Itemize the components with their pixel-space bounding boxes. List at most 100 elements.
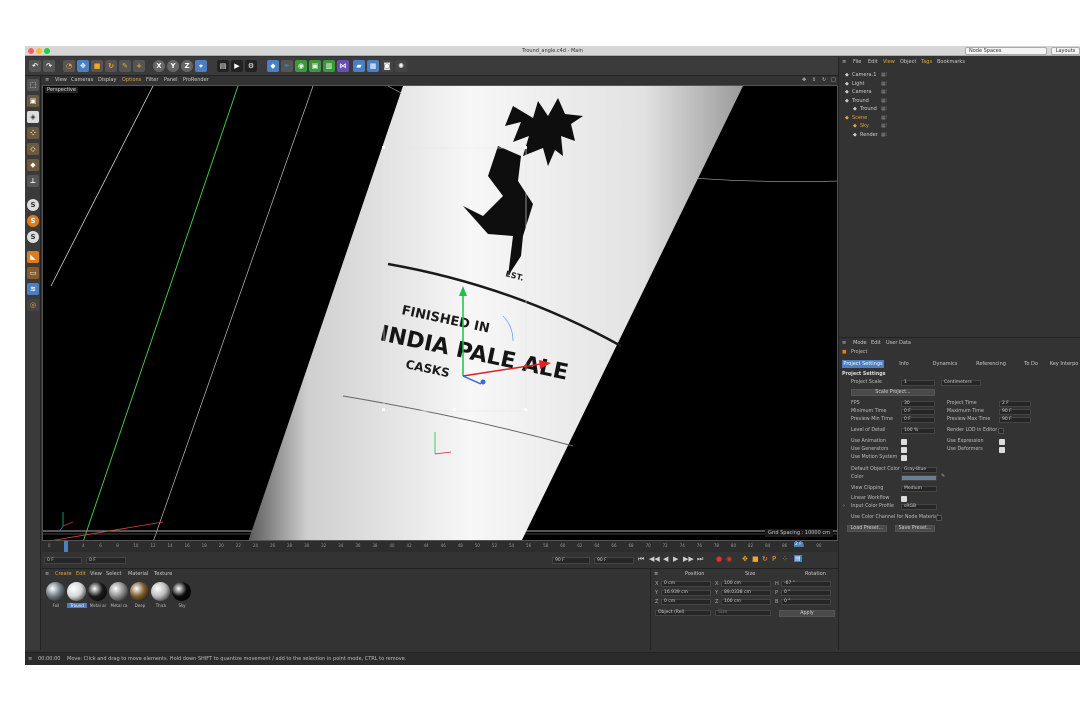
- visibility-toggle-icon[interactable]: ▦⁝: [881, 72, 887, 78]
- coord-apply-button[interactable]: Apply: [779, 610, 835, 617]
- x-axis-icon[interactable]: X: [153, 60, 165, 72]
- visibility-toggle-icon[interactable]: ▦⁝: [881, 115, 887, 121]
- menu-filter[interactable]: Filter: [146, 77, 158, 83]
- object-name[interactable]: Camera.1: [852, 72, 876, 78]
- min-time-field[interactable]: 0 F: [901, 409, 935, 415]
- node-spaces-dropdown[interactable]: Node Spaces: [965, 47, 1047, 55]
- max-time-field[interactable]: 90 F: [999, 409, 1031, 415]
- object-name[interactable]: Light: [852, 81, 864, 87]
- play-icon[interactable]: ▶: [673, 555, 678, 563]
- key-scale-icon[interactable]: ■: [752, 555, 759, 563]
- menu-view[interactable]: View: [90, 571, 102, 577]
- snap-icon[interactable]: ◣: [27, 251, 39, 263]
- object-row[interactable]: ◆ Render ▦⁝: [839, 131, 1080, 139]
- edges-mode-icon[interactable]: ◇: [27, 143, 39, 155]
- preview-max-field[interactable]: 90 F: [999, 417, 1031, 423]
- goto-start-icon[interactable]: ⏮: [638, 555, 644, 564]
- menu-mode[interactable]: Mode: [853, 340, 867, 346]
- material-swatch[interactable]: [88, 582, 107, 601]
- visibility-toggle-icon[interactable]: ▦⁝: [881, 132, 887, 138]
- use-expression-checkbox[interactable]: [999, 439, 1005, 445]
- input-color-dropdown[interactable]: sRGB: [901, 504, 937, 510]
- key-pla-icon[interactable]: ⁘: [782, 555, 788, 563]
- menu-prorender[interactable]: ProRender: [183, 77, 209, 83]
- coord-menu-icon[interactable]: ≡: [654, 571, 658, 577]
- viewport-zoom-icon[interactable]: ⇕: [812, 77, 816, 83]
- lod-field[interactable]: 100 %: [901, 428, 935, 434]
- layer-icon[interactable]: ≋: [27, 283, 39, 295]
- move-tool-icon[interactable]: ✥: [77, 60, 89, 72]
- material-swatch[interactable]: [109, 582, 128, 601]
- object-name[interactable]: Tround: [860, 106, 877, 112]
- object-name[interactable]: Tround: [852, 98, 869, 104]
- material-label[interactable]: Metal ca: [109, 603, 129, 608]
- material-swatch[interactable]: [130, 582, 149, 601]
- menu-cameras[interactable]: Cameras: [71, 77, 93, 83]
- coord-position-field[interactable]: 0 cm: [661, 599, 711, 605]
- render-view-icon[interactable]: ▤: [217, 60, 229, 72]
- texture-mode-icon[interactable]: ◈: [27, 111, 39, 123]
- bbox-handle[interactable]: [524, 408, 527, 411]
- timeline-scheme-icon[interactable]: ▤: [794, 555, 802, 562]
- workplane-icon[interactable]: ▭: [27, 267, 39, 279]
- object-menu-icon[interactable]: ≡: [842, 59, 846, 65]
- layouts-button[interactable]: Layouts: [1051, 47, 1080, 55]
- menu-bookmarks[interactable]: Bookmarks: [937, 59, 965, 65]
- viewport-move-icon[interactable]: ✥: [802, 77, 806, 83]
- material-label[interactable]: Metal ar: [88, 603, 108, 608]
- tab-key-interpolation[interactable]: Key Interpo: [1047, 360, 1080, 368]
- playhead[interactable]: [64, 541, 68, 552]
- use-motion-checkbox[interactable]: [901, 455, 907, 461]
- view-clipping-dropdown[interactable]: Medium: [901, 486, 937, 492]
- scale-tool-icon[interactable]: ■: [91, 60, 103, 72]
- object-name[interactable]: Scene: [852, 115, 867, 121]
- fps-field[interactable]: 30: [901, 401, 935, 407]
- menu-create[interactable]: Create: [55, 571, 72, 577]
- material-swatch[interactable]: [151, 582, 170, 601]
- status-menu-icon[interactable]: ≡: [28, 656, 32, 662]
- solo-off-icon[interactable]: S: [27, 231, 39, 243]
- coord-size-field[interactable]: 100 cm: [721, 599, 771, 605]
- menu-panel[interactable]: Panel: [164, 77, 178, 83]
- menu-tags[interactable]: Tags: [921, 59, 932, 65]
- color-swatch[interactable]: [901, 475, 937, 481]
- perspective-viewport[interactable]: FINISHED IN INDIA PALE ALE CASKS EST. Pe…: [42, 85, 838, 541]
- coord-size-field[interactable]: 89.0338 cm: [721, 590, 771, 596]
- use-animation-checkbox[interactable]: [901, 439, 907, 445]
- render-lod-checkbox[interactable]: [998, 428, 1004, 434]
- object-row[interactable]: ◆ Camera ▦⁝: [839, 88, 1080, 96]
- add-tool-icon[interactable]: +: [133, 60, 145, 72]
- coord-position-field[interactable]: 0 cm: [661, 581, 711, 587]
- coordinate-system-icon[interactable]: ⌖: [195, 60, 207, 72]
- redo-icon[interactable]: ↷: [43, 60, 55, 72]
- save-preset-button[interactable]: Save Preset...: [895, 525, 935, 532]
- quantize-icon[interactable]: ◎: [27, 299, 39, 311]
- default-color-dropdown[interactable]: Gray-Blue: [901, 467, 937, 473]
- cube-icon[interactable]: ◆: [267, 60, 279, 72]
- load-preset-button[interactable]: Load Preset...: [847, 525, 887, 532]
- use-deformers-checkbox[interactable]: [999, 447, 1005, 453]
- object-row[interactable]: ◆ Camera.1 ▦⁝: [839, 71, 1080, 79]
- key-param-icon[interactable]: P: [772, 555, 776, 563]
- material-label[interactable]: Foil: [46, 603, 66, 608]
- object-name[interactable]: Camera: [852, 89, 872, 95]
- tab-info[interactable]: Info: [889, 360, 919, 368]
- live-select-icon[interactable]: ◔: [63, 60, 75, 72]
- start-frame-field[interactable]: 0 F: [86, 557, 126, 564]
- bend-deformer-icon[interactable]: ⋈: [337, 60, 349, 72]
- object-row[interactable]: ◆ Tround ▦⁝: [839, 105, 1080, 113]
- material-swatch[interactable]: [46, 582, 65, 601]
- menu-texture[interactable]: Texture: [154, 571, 172, 577]
- project-time-field[interactable]: 2 F: [999, 401, 1031, 407]
- menu-edit[interactable]: Edit: [76, 571, 86, 577]
- menu-view[interactable]: View: [55, 77, 67, 83]
- goto-end-icon[interactable]: ⏭: [697, 555, 703, 564]
- visibility-toggle-icon[interactable]: ▦⁝: [881, 106, 887, 112]
- sky-icon[interactable]: ▦: [367, 60, 379, 72]
- camera-icon[interactable]: ◙: [381, 60, 393, 72]
- menu-options[interactable]: Options: [122, 77, 141, 83]
- visibility-toggle-icon[interactable]: ▦⁝: [881, 98, 887, 104]
- object-row[interactable]: ◆ Sky ▦⁝: [839, 122, 1080, 130]
- coord-rotation-field[interactable]: 0 °: [781, 599, 831, 605]
- generator-icon[interactable]: ▣: [309, 60, 321, 72]
